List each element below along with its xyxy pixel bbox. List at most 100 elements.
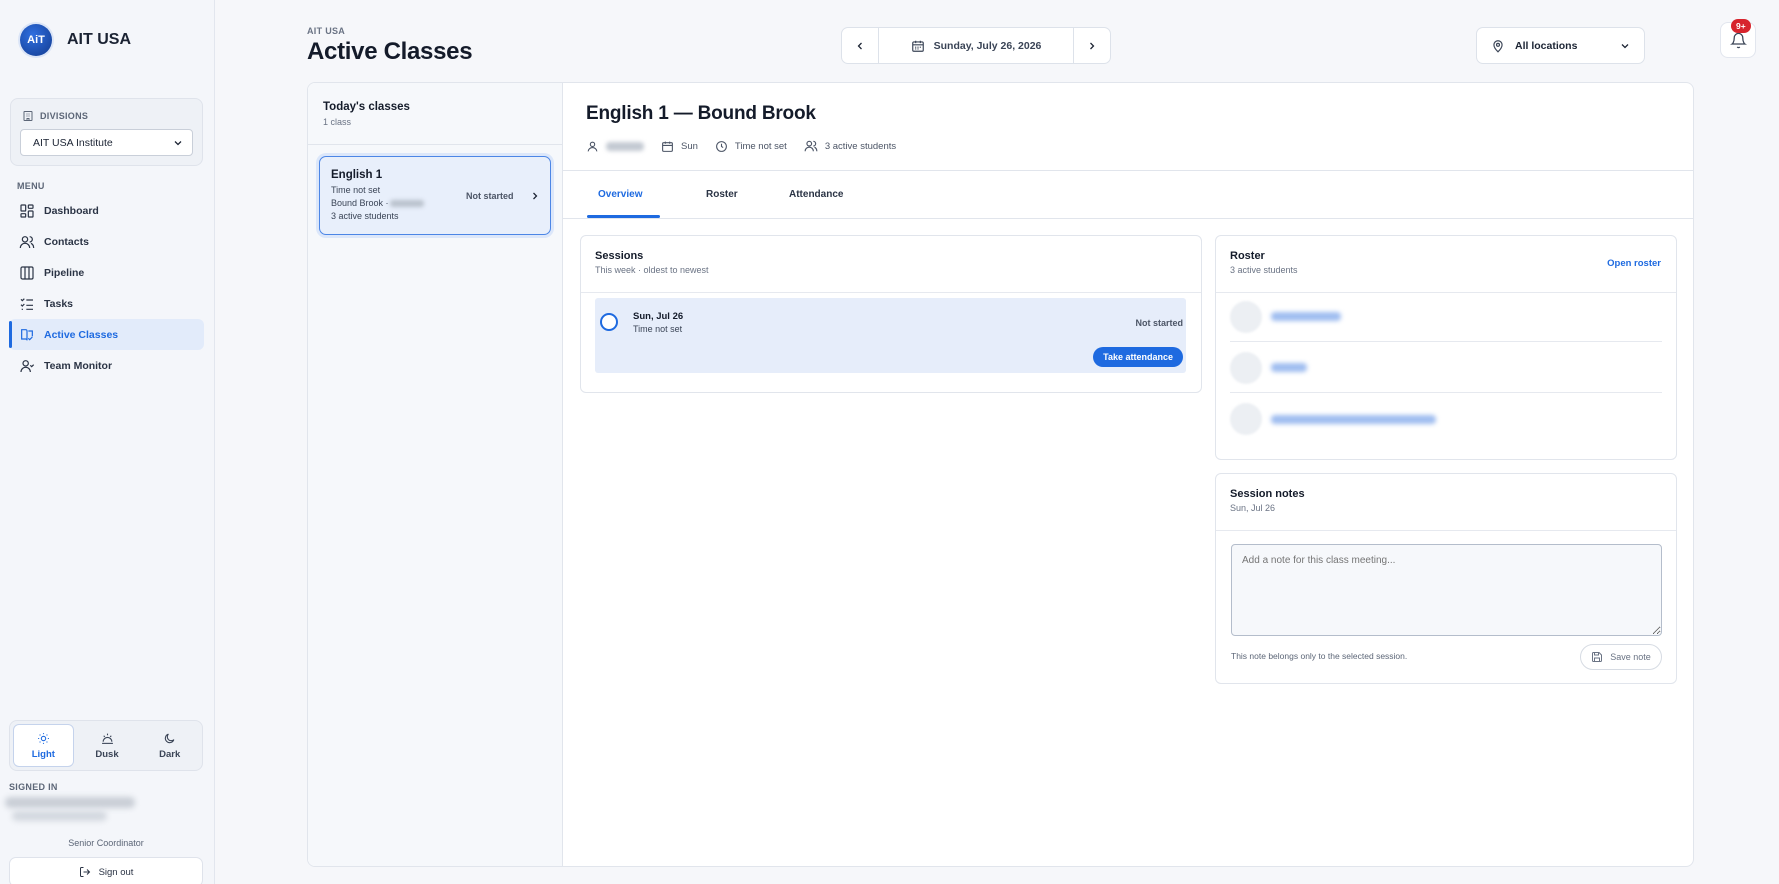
calendar-icon — [662, 141, 673, 152]
nav-label: Contacts — [44, 235, 89, 248]
divider — [308, 144, 562, 145]
brand-logo: AiT — [20, 24, 52, 56]
calendar-icon — [911, 40, 924, 52]
class-location: Bound Brook · — [331, 198, 389, 208]
nav-item-contacts[interactable]: Contacts — [9, 226, 204, 257]
nav-label: Team Monitor — [44, 359, 113, 372]
sidebar: AiT AIT USA DIVISIONS AIT USA Institute … — [0, 0, 215, 884]
class-detail-pane: English 1 — Bound Brook Sun Time not set… — [563, 83, 1693, 866]
students-meta: 3 active students — [804, 139, 896, 153]
roster-title: Roster — [1230, 250, 1265, 262]
location-select-value: All locations — [1515, 39, 1578, 52]
session-notes-panel: Session notes Sun, Jul 26 This note belo… — [1215, 473, 1677, 684]
nav-item-dashboard[interactable]: Dashboard — [9, 195, 204, 226]
tab-overview[interactable]: Overview — [587, 171, 706, 218]
chevron-down-icon — [1621, 43, 1629, 48]
time-meta: Time not set — [715, 140, 787, 153]
date-picker-button[interactable]: Sunday, July 26, 2026 — [879, 28, 1073, 63]
todays-classes-count: 1 class — [323, 117, 352, 127]
divisions-panel: DIVISIONS AIT USA Institute — [10, 98, 203, 166]
sunset-icon — [101, 733, 113, 744]
sun-icon — [37, 732, 49, 744]
brand[interactable]: AiT AIT USA — [20, 24, 131, 56]
class-meta: Sun Time not set 3 active students — [586, 138, 913, 154]
main-nav: Dashboard Contacts Pipeline Tasks Active… — [9, 195, 204, 381]
nav-item-pipeline[interactable]: Pipeline — [9, 257, 204, 288]
chevron-left-icon — [857, 42, 862, 49]
redacted-user-name — [5, 797, 135, 808]
nav-item-tasks[interactable]: Tasks — [9, 288, 204, 319]
session-notes-title: Session notes — [1230, 488, 1305, 500]
roster-row[interactable] — [1230, 394, 1662, 444]
menu-label: MENU — [17, 181, 45, 191]
user-role: Senior Coordinator — [68, 838, 144, 848]
theme-dusk-button[interactable]: Dusk — [78, 724, 137, 767]
team-monitor-icon — [20, 359, 35, 372]
avatar — [1230, 351, 1262, 384]
nav-item-active-classes[interactable]: Active Classes — [9, 319, 204, 350]
save-icon — [1592, 652, 1603, 662]
class-list-item[interactable]: English 1 Time not set Bound Brook · 3 a… — [319, 156, 551, 235]
nav-label: Active Classes — [44, 328, 119, 341]
theme-dark-button[interactable]: Dark — [140, 724, 199, 767]
roster-row[interactable] — [1230, 292, 1662, 342]
todays-classes-pane: Today's classes 1 class English 1 Time n… — [308, 83, 563, 866]
session-status: Not started — [1135, 318, 1183, 328]
user-icon — [587, 141, 598, 151]
class-detail-title: English 1 — Bound Brook — [586, 103, 816, 124]
pipeline-icon — [20, 265, 34, 280]
bell-icon — [1729, 32, 1747, 48]
divider — [581, 292, 1201, 293]
brand-name: AIT USA — [67, 31, 131, 48]
redacted-student-name[interactable] — [1271, 312, 1341, 321]
session-radio[interactable] — [600, 313, 618, 331]
users-icon — [804, 140, 818, 152]
sessions-panel: Sessions This week · oldest to newest Su… — [580, 235, 1202, 393]
dashboard-icon — [20, 203, 34, 218]
divisions-select[interactable]: AIT USA Institute — [20, 129, 193, 156]
redacted-instructor-name — [606, 141, 644, 151]
previous-day-button[interactable] — [842, 28, 879, 63]
nav-label: Pipeline — [44, 266, 85, 279]
location-select[interactable]: All locations — [1476, 27, 1645, 64]
sessions-subtitle: This week · oldest to newest — [595, 265, 709, 275]
sessions-title: Sessions — [595, 250, 644, 262]
chevron-right-icon — [1090, 42, 1095, 49]
moon-icon — [165, 733, 175, 743]
save-note-button[interactable]: Save note — [1580, 644, 1662, 670]
session-date: Sun, Jul 26 — [633, 311, 684, 322]
notification-badge: 9+ — [1731, 19, 1751, 33]
nav-label: Dashboard — [44, 204, 99, 217]
divisions-select-value: AIT USA Institute — [33, 136, 113, 149]
divider — [563, 218, 1693, 219]
class-name: English 1 — [331, 169, 383, 181]
theme-light-button[interactable]: Light — [13, 724, 74, 767]
contacts-icon — [19, 235, 35, 248]
roster-panel: Roster 3 active students Open roster — [1215, 235, 1677, 460]
session-note-hint: This note belongs only to the selected s… — [1231, 651, 1408, 661]
roster-row[interactable] — [1230, 343, 1662, 393]
redacted-student-name[interactable] — [1271, 414, 1436, 424]
class-time: Time not set — [331, 185, 381, 195]
classes-card: Today's classes 1 class English 1 Time n… — [307, 82, 1694, 867]
session-note-input[interactable] — [1231, 544, 1662, 636]
nav-item-team-monitor[interactable]: Team Monitor — [9, 350, 204, 381]
chevron-down-icon — [174, 140, 182, 145]
session-notes-subtitle: Sun, Jul 26 — [1230, 503, 1276, 513]
class-status: Not started — [466, 191, 514, 201]
tab-attendance[interactable]: Attendance — [789, 171, 869, 218]
take-attendance-button[interactable]: Take attendance — [1093, 347, 1183, 367]
session-row[interactable]: Sun, Jul 26 Time not set Not started Tak… — [595, 298, 1186, 373]
sign-out-button[interactable]: Sign out — [9, 857, 203, 884]
page-title: Active Classes — [307, 38, 473, 65]
page-eyebrow: AIT USA — [307, 26, 346, 36]
tab-roster[interactable]: Roster — [706, 171, 789, 218]
building-icon — [23, 111, 33, 121]
avatar — [1230, 403, 1262, 435]
avatar — [1230, 300, 1262, 333]
open-roster-link[interactable]: Open roster — [1607, 258, 1661, 269]
divisions-label: DIVISIONS — [22, 110, 88, 122]
roster-subtitle: 3 active students — [1230, 265, 1298, 275]
next-day-button[interactable] — [1073, 28, 1110, 63]
redacted-student-name[interactable] — [1271, 363, 1307, 372]
